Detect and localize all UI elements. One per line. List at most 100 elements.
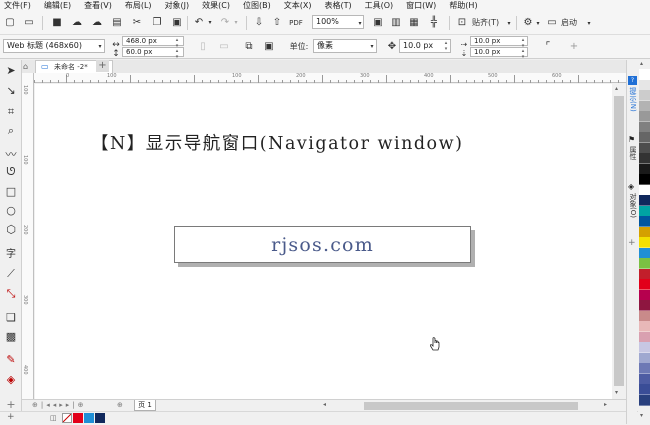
canvas-heading-text[interactable]: 【N】显示导航窗口(Navigator window) <box>91 130 463 155</box>
palette-swatch[interactable] <box>639 163 650 175</box>
palette-swatch[interactable] <box>639 79 650 91</box>
tab-properties[interactable]: 属性 <box>627 146 638 160</box>
menu-item[interactable]: 表格(T) <box>324 1 351 11</box>
palette-swatch[interactable] <box>639 142 650 154</box>
palette-scroll-down-icon[interactable]: ▾ <box>640 412 643 419</box>
parallel-dimension-icon[interactable]: ⟋ <box>3 266 19 282</box>
drop-shadow-tool-icon[interactable]: ❑ <box>3 309 19 325</box>
menu-item[interactable]: 查看(V) <box>84 1 112 11</box>
vertical-ruler[interactable]: 100 100 200 300 400 <box>22 73 34 399</box>
horizontal-ruler[interactable]: 0 100 100 200 300 400 500 600 <box>34 73 626 83</box>
cloud-download-icon[interactable]: ☁ <box>90 15 104 30</box>
transparency-tool-icon[interactable]: ▩ <box>3 328 19 344</box>
save-icon[interactable]: ■ <box>50 15 64 30</box>
palette-swatch[interactable] <box>639 121 650 133</box>
palette-swatch[interactable] <box>639 184 650 196</box>
interactive-fill-icon[interactable]: ◈ <box>3 371 19 387</box>
text-tool-icon[interactable]: 字 <box>3 244 19 260</box>
palette-swatch[interactable] <box>639 342 650 353</box>
tab-objects[interactable]: 对象(O) <box>627 193 638 218</box>
show-grid-icon[interactable]: ▦ <box>407 15 421 30</box>
snap-to-icon[interactable]: ⊡ <box>455 15 469 30</box>
landscape-icon[interactable]: ▭ <box>218 39 230 54</box>
palette-swatch[interactable] <box>639 268 650 280</box>
nudge-spinner[interactable]: ▴ ▾ <box>442 40 450 52</box>
zoom-tool-icon[interactable]: ⌕ <box>3 123 19 139</box>
scroll-down-icon[interactable]: ▾ <box>615 389 618 396</box>
hints-icon[interactable]: ? <box>628 76 637 85</box>
menu-item[interactable]: 编辑(E) <box>44 1 71 11</box>
cloud-upload-icon[interactable]: ☁ <box>70 15 84 30</box>
url-rectangle[interactable]: rjsos.com <box>174 226 471 263</box>
connector-tool-icon[interactable]: ⤡ <box>3 286 19 302</box>
units-dropdown-icon[interactable]: ▾ <box>368 39 376 54</box>
snap-to-button[interactable]: 贴齐(T) <box>472 15 508 30</box>
palette-swatch[interactable] <box>639 384 650 395</box>
zoom-dropdown-icon[interactable]: ▾ <box>356 16 364 31</box>
horizontal-scroll-thumb[interactable] <box>364 402 578 410</box>
redo-dropdown-icon[interactable]: ▾ <box>232 15 240 30</box>
scroll-left-icon[interactable]: ◂ <box>323 401 326 408</box>
launch-dropdown-icon[interactable]: ▾ <box>585 16 593 31</box>
color-eyedropper-icon[interactable]: ✎ <box>3 351 19 367</box>
menu-item[interactable]: 布局(L) <box>125 1 152 11</box>
all-pages-icon[interactable]: ⧉ <box>242 39 256 54</box>
full-screen-icon[interactable]: ▣ <box>371 15 385 30</box>
status-color-swatch[interactable] <box>73 413 83 423</box>
polygon-tool-icon[interactable]: ⬡ <box>3 221 19 237</box>
undo-icon[interactable]: ↶ <box>192 15 206 30</box>
freehand-tool-icon[interactable]: 〰 <box>3 146 19 162</box>
page-tab[interactable]: 页 1 <box>134 400 156 411</box>
redo-icon[interactable]: ↷ <box>218 15 232 30</box>
palette-swatch[interactable] <box>639 394 650 406</box>
height-spinner[interactable]: ▴ ▾ <box>173 48 181 60</box>
vertical-scroll-thumb[interactable] <box>614 96 624 386</box>
drawing-canvas[interactable]: 【N】显示导航窗口(Navigator window) rjsos.com <box>35 84 612 399</box>
menu-item[interactable]: 工具(O) <box>365 1 394 11</box>
add-page-icon[interactable]: ⊕ <box>117 401 123 409</box>
status-color-swatch[interactable] <box>84 413 94 423</box>
objects-icon[interactable]: ◈ <box>628 182 634 191</box>
palette-swatch[interactable] <box>639 373 650 385</box>
palette-swatch[interactable] <box>639 216 650 227</box>
color-docker-icon[interactable]: ◫ <box>50 414 57 422</box>
page-border-icon[interactable]: ⌜ <box>541 39 555 54</box>
menu-item[interactable]: 效果(C) <box>202 1 230 11</box>
menu-item[interactable]: 文本(X) <box>284 1 312 11</box>
status-color-swatch[interactable] <box>95 413 105 423</box>
palette-swatch[interactable] <box>639 69 650 80</box>
current-page-icon[interactable]: ▣ <box>262 39 276 54</box>
palette-swatch[interactable] <box>639 132 650 143</box>
add-icon[interactable]: + <box>567 39 581 54</box>
scroll-right-icon[interactable]: ▸ <box>604 401 607 408</box>
add-status-icon[interactable]: + <box>7 412 15 422</box>
launch-icon[interactable]: ▭ <box>545 15 559 30</box>
launch-button[interactable]: 启动 <box>561 15 585 30</box>
palette-swatch[interactable] <box>639 100 650 112</box>
palette-swatch[interactable] <box>639 363 650 374</box>
scroll-up-icon[interactable]: ▴ <box>615 85 618 92</box>
artistic-media-icon[interactable]: ᘎ <box>3 164 19 180</box>
palette-swatch[interactable] <box>639 321 650 332</box>
page-preset-select[interactable]: Web 标题 (468x60) <box>3 39 105 53</box>
page-preset-dropdown-icon[interactable]: ▾ <box>96 39 104 54</box>
show-rulers-icon[interactable]: ▥ <box>389 15 403 30</box>
publish-pdf-icon[interactable]: PDF <box>289 15 303 30</box>
dup-y-spinner[interactable]: ▴ ▾ <box>519 48 527 60</box>
portrait-icon[interactable]: ▯ <box>197 39 209 54</box>
crop-tool-icon[interactable]: ⌗ <box>3 104 19 120</box>
palette-swatch[interactable] <box>639 237 650 248</box>
add-docker-icon[interactable]: + <box>628 238 636 248</box>
palette-swatch[interactable] <box>639 289 650 301</box>
options-dropdown-icon[interactable]: ▾ <box>534 16 542 31</box>
palette-swatch[interactable] <box>639 247 650 259</box>
palette-swatch[interactable] <box>639 279 650 290</box>
paste-icon[interactable]: ▣ <box>170 15 184 30</box>
ellipse-tool-icon[interactable]: ○ <box>3 202 19 218</box>
palette-swatch[interactable] <box>639 310 650 322</box>
rectangle-tool-icon[interactable]: □ <box>3 183 19 199</box>
palette-swatch[interactable] <box>639 331 650 343</box>
palette-swatch[interactable] <box>639 90 650 101</box>
new-tab-icon[interactable]: + <box>96 60 109 72</box>
page-nav-arrows-icon[interactable]: ⊕|◂◂▸▸|⊕ <box>32 401 87 409</box>
